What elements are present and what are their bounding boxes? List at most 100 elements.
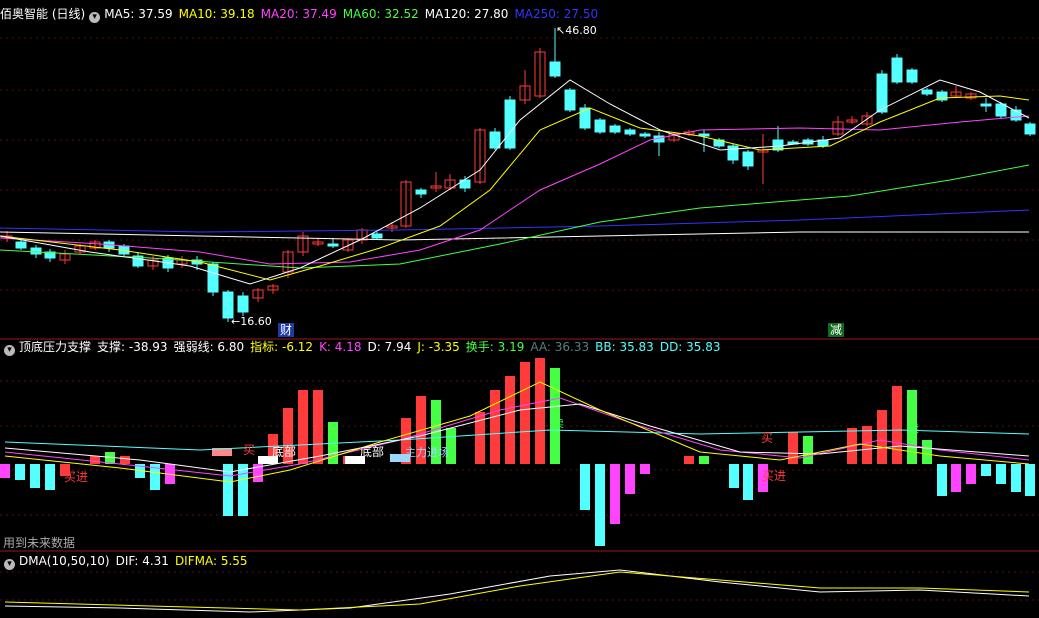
indicator-bar (580, 464, 590, 510)
candlestick (906, 69, 918, 83)
buy-label: 买 (243, 443, 256, 457)
candlestick (504, 99, 516, 149)
candlestick (415, 189, 427, 195)
bottom-label: 底部 (272, 445, 297, 459)
indicator-bar (238, 464, 248, 516)
financial-report-tag[interactable]: 财 (278, 323, 295, 337)
dropdown-icon[interactable]: ▾ (4, 559, 15, 570)
indicator-bar (550, 368, 560, 464)
indicator-bar (877, 410, 887, 464)
sell-label: 卖 (553, 417, 564, 430)
main-flow-label: 主力进场 (405, 446, 449, 459)
indicator-bar (30, 464, 40, 488)
bb-line (4, 429, 1030, 451)
candlestick (207, 263, 219, 293)
indicator-bar (298, 390, 308, 464)
d-line (4, 403, 1030, 473)
support-value: 支撑: -38.93 (97, 340, 168, 354)
indicator-bar (313, 390, 323, 464)
indicator-bar (120, 456, 130, 464)
ma120-line (0, 231, 1029, 241)
bottom-label: 底部 (360, 445, 385, 459)
candlestick (609, 125, 621, 133)
low-price-label: ←16.60 (231, 315, 272, 328)
reduction-tag[interactable]: 减 (828, 323, 845, 337)
candlestick (237, 295, 249, 313)
candlestick (327, 243, 339, 247)
indicator-bar (951, 464, 961, 492)
indicator-bar (595, 464, 605, 546)
indicator-bar (892, 386, 902, 464)
stock-title: 佰奥智能 (日线) (0, 7, 86, 21)
candlestick (371, 233, 383, 239)
indicator-bar (490, 390, 500, 464)
indicator-bar (45, 464, 55, 490)
candlestick (727, 145, 739, 161)
candlestick (1024, 123, 1036, 135)
ma250-line (0, 209, 1030, 233)
turnover-value: 换手: 3.19 (465, 340, 525, 354)
indicator-bar (803, 436, 813, 464)
candlestick (639, 133, 651, 137)
dma-title: DMA(10,50,10) (19, 554, 110, 568)
ma250-value: MA250: 27.50 (514, 7, 599, 21)
chart-window[interactable]: 佰奥智能 (日线) ▾ MA5: 37.59 MA10: 39.18 MA20: 37.… (0, 0, 1039, 618)
candlestick (891, 57, 903, 83)
candlestick (980, 103, 992, 107)
dma-panel-header: ▾ DMA(10,50,10) DIF: 4.31 DIFMA: 5.55 (0, 553, 254, 570)
dropdown-icon[interactable]: ▾ (4, 345, 15, 356)
indicator-bar (1025, 464, 1035, 496)
ma20-value: MA20: 37.49 (260, 7, 337, 21)
candlestick (995, 103, 1007, 117)
indicator-bar (788, 432, 798, 464)
candlestick (876, 73, 888, 113)
dif-line (4, 569, 1030, 613)
indicator-bar (684, 456, 694, 464)
indicator-bar (520, 362, 530, 464)
strength-line-value: 强弱线: 6.80 (173, 340, 245, 354)
indicator-bar (699, 456, 709, 464)
indicator-bar (996, 464, 1006, 484)
indicator-bar (0, 464, 10, 478)
indicator-bar (90, 456, 100, 464)
indicator-panel-header: ▾ 顶底压力支撑 支撑: -38.93 强弱线: 6.80 指标: -6.12 K: 4.… (0, 339, 727, 356)
dif-value: DIF: 4.31 (115, 554, 169, 568)
ma120-value: MA120: 27.80 (424, 7, 509, 21)
candlestick (594, 119, 606, 133)
indicator-bar (981, 464, 991, 476)
stock-chart-canvas[interactable] (0, 0, 1039, 618)
indicator-bar (610, 464, 620, 524)
k-value: K: 4.18 (319, 340, 362, 354)
sell-label: 卖 (908, 422, 919, 435)
main-panel-header: 佰奥智能 (日线) ▾ MA5: 37.59 MA10: 39.18 MA20: 37.… (0, 6, 604, 23)
indicator-bar (625, 464, 635, 494)
high-price-label: ↖46.80 (556, 24, 597, 37)
indicator-bar (1011, 464, 1021, 492)
candlestick (579, 107, 591, 129)
buy-in-label: 买进 (64, 470, 89, 484)
indicator-bar (729, 464, 739, 488)
bb-value: BB: 35.83 (595, 340, 654, 354)
aa-value: AA: 36.33 (530, 340, 590, 354)
candlestick (921, 89, 933, 95)
indicator-bar (937, 464, 947, 496)
indicator-value: 指标: -6.12 (250, 340, 314, 354)
ma5-value: MA5: 37.59 (104, 7, 173, 21)
dd-value: DD: 35.83 (659, 340, 721, 354)
candlestick (30, 247, 42, 255)
d-value: D: 7.94 (367, 340, 412, 354)
indicator-bar (966, 464, 976, 484)
dropdown-icon[interactable]: ▾ (89, 12, 101, 23)
candlestick (15, 241, 27, 249)
indicator-bar (505, 376, 515, 464)
candlestick (549, 61, 561, 77)
candlestick (489, 131, 501, 149)
ma10-value: MA10: 39.18 (178, 7, 255, 21)
indicator-bar (15, 464, 25, 480)
indicator-bar (535, 358, 545, 464)
ma60-value: MA60: 32.52 (342, 7, 419, 21)
indicator-bar (640, 464, 650, 474)
buy-label: 买 (761, 431, 774, 445)
indicator-title: 顶底压力支撑 (19, 340, 92, 354)
difma-value: DIFMA: 5.55 (174, 554, 248, 568)
